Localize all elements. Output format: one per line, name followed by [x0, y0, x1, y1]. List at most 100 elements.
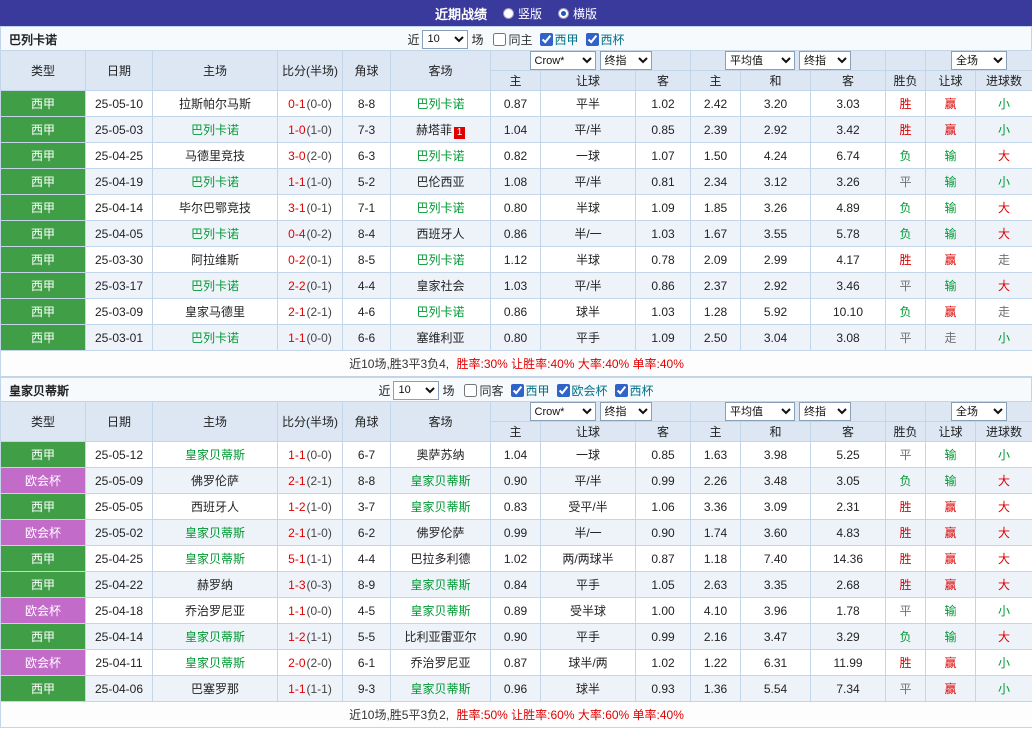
away-team[interactable]: 巴列卡诺 — [416, 149, 464, 163]
odds-home: 1.04 — [490, 441, 541, 468]
odds-source-select[interactable]: Crow* — [529, 51, 596, 70]
filter-checkbox[interactable] — [493, 32, 507, 46]
filter-checkbox[interactable] — [556, 383, 570, 397]
league-badge: 欧会杯 — [0, 597, 86, 624]
home-team[interactable]: 赫罗纳 — [197, 578, 233, 592]
home-team[interactable]: 西班牙人 — [191, 500, 239, 514]
filter-同主[interactable]: 同主 — [486, 31, 533, 48]
halftime-score: (1-0) — [306, 122, 332, 137]
home-team-cell: 赫罗纳 — [152, 571, 278, 598]
recent-count-select[interactable]: 10 — [422, 29, 469, 49]
away-team[interactable]: 皇家贝蒂斯 — [410, 500, 470, 514]
result-handicap: 赢 — [925, 298, 977, 325]
average-select[interactable]: 平均值 — [725, 51, 795, 70]
away-team[interactable]: 乔治罗尼亚 — [410, 656, 470, 670]
match-date: 25-04-18 — [85, 597, 153, 624]
radio-horizontal-layout[interactable]: 横版 — [558, 5, 597, 22]
home-team[interactable]: 皇家贝蒂斯 — [185, 552, 245, 566]
radio-unselected-icon — [502, 7, 514, 19]
home-team[interactable]: 马德里竞技 — [185, 149, 245, 163]
away-team[interactable]: 巴列卡诺 — [416, 201, 464, 215]
filter-欧会杯[interactable]: 欧会杯 — [550, 382, 608, 399]
odds-handicap-line: 半/一 — [540, 519, 636, 546]
euro-draw: 3.55 — [740, 220, 811, 247]
euro-draw: 2.92 — [740, 116, 811, 143]
col-euro-away: 客 — [809, 421, 887, 442]
away-team[interactable]: 赫塔菲 — [416, 123, 452, 137]
match-date: 25-05-09 — [85, 467, 153, 494]
col-score: 比分(半场) — [277, 401, 343, 442]
away-team[interactable]: 皇家贝蒂斯 — [410, 578, 470, 592]
match-row: 西甲 25-04-22 赫罗纳 1-3(0-3) 8-9 皇家贝蒂斯 0.84 平手 1.05 2… — [0, 571, 1032, 598]
away-team[interactable]: 皇家贝蒂斯 — [410, 604, 470, 618]
radio-vertical-layout[interactable]: 竖版 — [502, 5, 542, 22]
final-index-select-2[interactable]: 终指 — [799, 51, 851, 70]
filter-西甲[interactable]: 西甲 — [504, 382, 550, 399]
filter-同客[interactable]: 同客 — [457, 382, 504, 399]
home-team[interactable]: 阿拉维斯 — [191, 253, 239, 267]
home-team[interactable]: 皇家贝蒂斯 — [185, 630, 245, 644]
euro-away: 3.42 — [809, 116, 887, 143]
home-team[interactable]: 毕尔巴鄂竞技 — [179, 201, 251, 215]
filter-checkbox[interactable] — [614, 383, 628, 397]
filter-西杯[interactable]: 西杯 — [608, 382, 654, 399]
home-team[interactable]: 佛罗伦萨 — [191, 474, 239, 488]
filter-checkbox[interactable] — [585, 32, 599, 46]
col-odds-handicap: 让球 — [540, 70, 636, 91]
away-team[interactable]: 巴伦西亚 — [416, 175, 464, 189]
home-team[interactable]: 巴列卡诺 — [191, 175, 239, 189]
odds-handicap-line: 平/半 — [540, 116, 636, 143]
home-team[interactable]: 巴列卡诺 — [191, 227, 239, 241]
euro-home: 2.39 — [690, 116, 741, 143]
final-index-select-2[interactable]: 终指 — [799, 402, 851, 421]
away-team-cell: 巴拉多利德 — [390, 545, 491, 572]
corners: 6-3 — [342, 142, 391, 169]
filter-checkbox[interactable] — [510, 383, 524, 397]
home-team[interactable]: 巴列卡诺 — [191, 279, 239, 293]
odds-away: 1.03 — [635, 298, 691, 325]
home-team[interactable]: 巴列卡诺 — [191, 331, 239, 345]
odds-away: 1.03 — [635, 220, 691, 247]
filter-西杯[interactable]: 西杯 — [579, 31, 625, 48]
home-team[interactable]: 巴塞罗那 — [191, 682, 239, 696]
result-handicap: 赢 — [925, 246, 977, 273]
away-team[interactable]: 西班牙人 — [416, 227, 464, 241]
col-goals-result: 进球数 — [975, 70, 1032, 91]
home-team[interactable]: 拉斯帕尔马斯 — [179, 97, 251, 111]
away-team[interactable]: 奥萨苏纳 — [416, 448, 464, 462]
odds-away: 1.05 — [635, 571, 691, 598]
away-team[interactable]: 巴列卡诺 — [416, 305, 464, 319]
final-index-select[interactable]: 终指 — [599, 51, 652, 70]
odds-source-select[interactable]: Crow* — [529, 402, 596, 421]
away-team[interactable]: 塞维利亚 — [416, 331, 464, 345]
away-team[interactable]: 佛罗伦萨 — [416, 526, 464, 540]
filter-checkbox[interactable] — [464, 383, 478, 397]
result-winlose: 负 — [885, 220, 927, 247]
home-team[interactable]: 皇家贝蒂斯 — [185, 656, 245, 670]
match-row: 西甲 25-04-19 巴列卡诺 1-1(1-0) 5-2 巴伦西亚 1.08 平/半 0.81… — [0, 168, 1032, 195]
fulltime-select[interactable]: 全场 — [951, 51, 1008, 70]
final-index-select[interactable]: 终指 — [599, 402, 652, 421]
away-team[interactable]: 巴列卡诺 — [416, 97, 464, 111]
home-team[interactable]: 皇家贝蒂斯 — [185, 448, 245, 462]
away-team[interactable]: 皇家贝蒂斯 — [410, 682, 470, 696]
filter-西甲[interactable]: 西甲 — [533, 31, 579, 48]
away-team-cell: 皇家贝蒂斯 — [390, 493, 491, 520]
home-team[interactable]: 巴列卡诺 — [191, 123, 239, 137]
away-team[interactable]: 皇家社会 — [416, 279, 464, 293]
fulltime-select[interactable]: 全场 — [951, 402, 1008, 421]
radio-selected-icon — [558, 7, 569, 19]
home-team[interactable]: 皇家马德里 — [185, 305, 245, 319]
home-team[interactable]: 皇家贝蒂斯 — [185, 526, 245, 540]
away-team[interactable]: 比利亚雷亚尔 — [404, 630, 476, 644]
summary-rates: 胜率:50% 让胜率:60% 大率:60% 单率:40% — [456, 708, 684, 722]
recent-count-select[interactable]: 10 — [393, 380, 440, 400]
filter-checkbox[interactable] — [539, 32, 553, 46]
score-cell: 1-2(1-1) — [277, 623, 343, 650]
home-team[interactable]: 乔治罗尼亚 — [185, 604, 245, 618]
average-select[interactable]: 平均值 — [725, 402, 795, 421]
away-team[interactable]: 巴列卡诺 — [416, 253, 464, 267]
corners: 6-1 — [342, 649, 391, 676]
away-team[interactable]: 巴拉多利德 — [410, 552, 470, 566]
away-team[interactable]: 皇家贝蒂斯 — [410, 474, 470, 488]
